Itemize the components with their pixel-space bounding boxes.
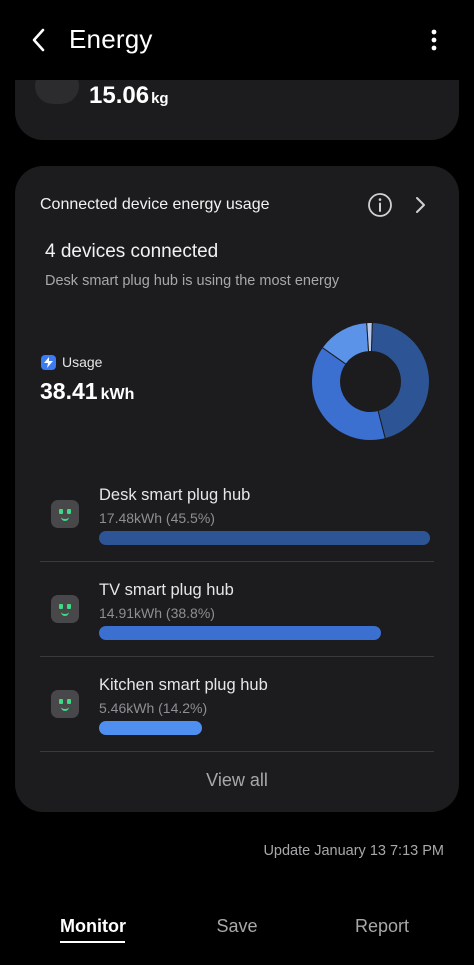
usage-total: 38.41 kWh	[40, 378, 134, 405]
usage-bar	[99, 531, 430, 545]
usage-label-row: Usage	[41, 354, 102, 370]
bottom-tab-bar: Monitor Save Report	[0, 905, 474, 965]
device-usage: 5.46kWh (14.2%)	[99, 700, 208, 716]
device-name: TV smart plug hub	[99, 581, 234, 599]
usage-bar	[99, 721, 430, 735]
active-tab-indicator	[60, 941, 125, 943]
smart-plug-icon	[51, 690, 79, 718]
usage-bar-fill	[99, 721, 203, 735]
device-row-tv[interactable]: TV smart plug hub 14.91kWh (38.8%)	[40, 561, 434, 656]
usage-bar-fill	[99, 626, 382, 640]
leaf-icon-badge	[35, 80, 79, 104]
carbon-value: 15.06 kg	[89, 82, 169, 110]
usage-bar	[99, 626, 430, 640]
chevron-left-icon	[32, 28, 45, 52]
divider	[40, 751, 434, 752]
chevron-right-icon	[416, 197, 425, 213]
usage-unit: kWh	[100, 386, 135, 403]
smart-plug-icon	[51, 595, 79, 623]
device-name: Desk smart plug hub	[99, 486, 251, 504]
page-title: Energy	[69, 24, 153, 54]
tab-report[interactable]: Report	[347, 916, 417, 937]
device-usage: 14.91kWh (38.8%)	[99, 605, 215, 621]
card-detail-button[interactable]	[410, 193, 430, 217]
carbon-number: 15.06	[89, 82, 150, 109]
usage-number: 38.41	[40, 378, 98, 404]
tab-monitor[interactable]: Monitor	[60, 916, 126, 937]
update-timestamp: Update January 13 7:13 PM	[263, 843, 444, 859]
back-button[interactable]	[22, 22, 56, 58]
devices-connected-count: 4 devices connected	[45, 241, 219, 262]
devices-subtitle: Desk smart plug hub is using the most en…	[45, 273, 340, 289]
carbon-unit: kg	[151, 90, 169, 107]
smart-plug-icon	[51, 500, 79, 528]
carbon-card[interactable]: 15.06 kg	[15, 80, 459, 140]
usage-label: Usage	[62, 354, 103, 370]
usage-donut-chart	[311, 322, 430, 441]
bolt-icon	[41, 354, 56, 370]
device-row-desk[interactable]: Desk smart plug hub 17.48kWh (45.5%)	[40, 466, 434, 561]
device-energy-card: Connected device energy usage 4 devices …	[15, 166, 459, 812]
app-header: Energy	[0, 0, 474, 80]
view-all-button[interactable]: View all	[15, 770, 459, 791]
more-vertical-icon	[431, 29, 437, 51]
card-title: Connected device energy usage	[40, 196, 270, 213]
more-options-button[interactable]	[420, 24, 448, 56]
tab-save[interactable]: Save	[207, 916, 267, 937]
device-name: Kitchen smart plug hub	[99, 676, 268, 694]
usage-bar-fill	[99, 531, 430, 545]
info-icon	[368, 193, 392, 217]
device-row-kitchen[interactable]: Kitchen smart plug hub 5.46kWh (14.2%)	[40, 656, 434, 751]
device-usage: 17.48kWh (45.5%)	[99, 510, 215, 526]
info-button[interactable]	[367, 192, 393, 218]
